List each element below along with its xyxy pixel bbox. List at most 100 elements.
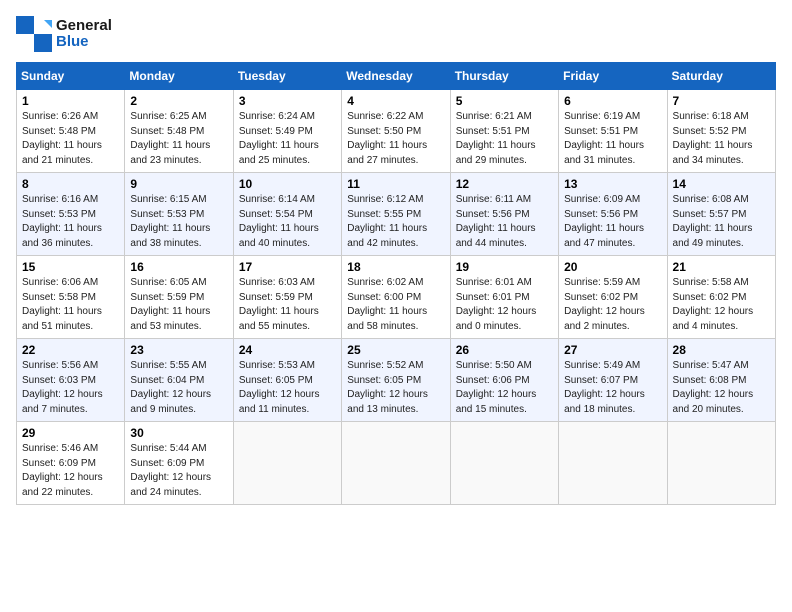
day-number: 24 (239, 343, 336, 357)
day-number: 6 (564, 94, 661, 108)
calendar-cell: 11 Sunrise: 6:12 AMSunset: 5:55 PMDaylig… (342, 173, 450, 256)
day-info: Sunrise: 5:47 AMSunset: 6:08 PMDaylight:… (673, 359, 770, 417)
day-number: 21 (673, 260, 770, 274)
day-info: Sunrise: 5:56 AMSunset: 6:03 PMDaylight:… (22, 359, 119, 417)
calendar-cell: 8 Sunrise: 6:16 AMSunset: 5:53 PMDayligh… (17, 173, 125, 256)
day-number: 20 (564, 260, 661, 274)
day-number: 30 (130, 426, 227, 440)
day-number: 11 (347, 177, 444, 191)
calendar-week-5: 29 Sunrise: 5:46 AMSunset: 6:09 PMDaylig… (17, 422, 776, 505)
calendar-cell: 15 Sunrise: 6:06 AMSunset: 5:58 PMDaylig… (17, 256, 125, 339)
day-info: Sunrise: 6:16 AMSunset: 5:53 PMDaylight:… (22, 193, 119, 251)
day-info: Sunrise: 6:21 AMSunset: 5:51 PMDaylight:… (456, 110, 553, 168)
calendar-cell (233, 422, 341, 505)
day-number: 13 (564, 177, 661, 191)
day-info: Sunrise: 6:25 AMSunset: 5:48 PMDaylight:… (130, 110, 227, 168)
day-number: 16 (130, 260, 227, 274)
day-number: 1 (22, 94, 119, 108)
day-number: 22 (22, 343, 119, 357)
calendar-cell: 9 Sunrise: 6:15 AMSunset: 5:53 PMDayligh… (125, 173, 233, 256)
day-number: 25 (347, 343, 444, 357)
calendar-cell: 12 Sunrise: 6:11 AMSunset: 5:56 PMDaylig… (450, 173, 558, 256)
calendar-cell (342, 422, 450, 505)
day-number: 15 (22, 260, 119, 274)
weekday-header-thursday: Thursday (450, 63, 558, 90)
day-number: 17 (239, 260, 336, 274)
day-info: Sunrise: 5:55 AMSunset: 6:04 PMDaylight:… (130, 359, 227, 417)
calendar-cell: 20 Sunrise: 5:59 AMSunset: 6:02 PMDaylig… (559, 256, 667, 339)
day-info: Sunrise: 5:46 AMSunset: 6:09 PMDaylight:… (22, 442, 119, 500)
day-info: Sunrise: 5:44 AMSunset: 6:09 PMDaylight:… (130, 442, 227, 500)
calendar-cell: 10 Sunrise: 6:14 AMSunset: 5:54 PMDaylig… (233, 173, 341, 256)
day-info: Sunrise: 6:01 AMSunset: 6:01 PMDaylight:… (456, 276, 553, 334)
calendar-cell: 3 Sunrise: 6:24 AMSunset: 5:49 PMDayligh… (233, 90, 341, 173)
weekday-header-saturday: Saturday (667, 63, 775, 90)
calendar-cell: 2 Sunrise: 6:25 AMSunset: 5:48 PMDayligh… (125, 90, 233, 173)
day-info: Sunrise: 5:58 AMSunset: 6:02 PMDaylight:… (673, 276, 770, 334)
calendar-cell: 18 Sunrise: 6:02 AMSunset: 6:00 PMDaylig… (342, 256, 450, 339)
day-number: 12 (456, 177, 553, 191)
day-info: Sunrise: 6:06 AMSunset: 5:58 PMDaylight:… (22, 276, 119, 334)
calendar-cell (559, 422, 667, 505)
weekday-header-sunday: Sunday (17, 63, 125, 90)
day-number: 23 (130, 343, 227, 357)
calendar-cell: 25 Sunrise: 5:52 AMSunset: 6:05 PMDaylig… (342, 339, 450, 422)
day-info: Sunrise: 6:03 AMSunset: 5:59 PMDaylight:… (239, 276, 336, 334)
day-info: Sunrise: 6:14 AMSunset: 5:54 PMDaylight:… (239, 193, 336, 251)
day-info: Sunrise: 5:52 AMSunset: 6:05 PMDaylight:… (347, 359, 444, 417)
weekday-header-wednesday: Wednesday (342, 63, 450, 90)
day-number: 29 (22, 426, 119, 440)
day-info: Sunrise: 6:05 AMSunset: 5:59 PMDaylight:… (130, 276, 227, 334)
day-number: 18 (347, 260, 444, 274)
day-number: 9 (130, 177, 227, 191)
weekday-header-monday: Monday (125, 63, 233, 90)
day-info: Sunrise: 6:18 AMSunset: 5:52 PMDaylight:… (673, 110, 770, 168)
day-number: 10 (239, 177, 336, 191)
day-info: Sunrise: 6:11 AMSunset: 5:56 PMDaylight:… (456, 193, 553, 251)
day-info: Sunrise: 6:12 AMSunset: 5:55 PMDaylight:… (347, 193, 444, 251)
day-info: Sunrise: 6:09 AMSunset: 5:56 PMDaylight:… (564, 193, 661, 251)
calendar-cell: 27 Sunrise: 5:49 AMSunset: 6:07 PMDaylig… (559, 339, 667, 422)
calendar-cell: 23 Sunrise: 5:55 AMSunset: 6:04 PMDaylig… (125, 339, 233, 422)
calendar-cell: 19 Sunrise: 6:01 AMSunset: 6:01 PMDaylig… (450, 256, 558, 339)
calendar-week-1: 1 Sunrise: 6:26 AMSunset: 5:48 PMDayligh… (17, 90, 776, 173)
day-info: Sunrise: 6:02 AMSunset: 6:00 PMDaylight:… (347, 276, 444, 334)
calendar-cell: 21 Sunrise: 5:58 AMSunset: 6:02 PMDaylig… (667, 256, 775, 339)
day-info: Sunrise: 5:50 AMSunset: 6:06 PMDaylight:… (456, 359, 553, 417)
calendar-cell: 29 Sunrise: 5:46 AMSunset: 6:09 PMDaylig… (17, 422, 125, 505)
day-number: 14 (673, 177, 770, 191)
calendar-cell: 14 Sunrise: 6:08 AMSunset: 5:57 PMDaylig… (667, 173, 775, 256)
day-info: Sunrise: 6:15 AMSunset: 5:53 PMDaylight:… (130, 193, 227, 251)
calendar-week-2: 8 Sunrise: 6:16 AMSunset: 5:53 PMDayligh… (17, 173, 776, 256)
day-number: 8 (22, 177, 119, 191)
calendar-table: SundayMondayTuesdayWednesdayThursdayFrid… (16, 62, 776, 505)
weekday-header-tuesday: Tuesday (233, 63, 341, 90)
logo-line1: General (56, 18, 112, 35)
day-number: 19 (456, 260, 553, 274)
calendar-cell: 28 Sunrise: 5:47 AMSunset: 6:08 PMDaylig… (667, 339, 775, 422)
day-number: 26 (456, 343, 553, 357)
day-info: Sunrise: 6:08 AMSunset: 5:57 PMDaylight:… (673, 193, 770, 251)
calendar-header-row: SundayMondayTuesdayWednesdayThursdayFrid… (17, 63, 776, 90)
calendar-week-3: 15 Sunrise: 6:06 AMSunset: 5:58 PMDaylig… (17, 256, 776, 339)
calendar-cell: 7 Sunrise: 6:18 AMSunset: 5:52 PMDayligh… (667, 90, 775, 173)
day-number: 28 (673, 343, 770, 357)
calendar-cell (450, 422, 558, 505)
calendar-cell (667, 422, 775, 505)
calendar-cell: 24 Sunrise: 5:53 AMSunset: 6:05 PMDaylig… (233, 339, 341, 422)
day-info: Sunrise: 6:26 AMSunset: 5:48 PMDaylight:… (22, 110, 119, 168)
calendar-body: 1 Sunrise: 6:26 AMSunset: 5:48 PMDayligh… (17, 90, 776, 505)
calendar-cell: 5 Sunrise: 6:21 AMSunset: 5:51 PMDayligh… (450, 90, 558, 173)
day-number: 5 (456, 94, 553, 108)
day-number: 3 (239, 94, 336, 108)
day-info: Sunrise: 6:22 AMSunset: 5:50 PMDaylight:… (347, 110, 444, 168)
day-number: 7 (673, 94, 770, 108)
calendar-cell: 4 Sunrise: 6:22 AMSunset: 5:50 PMDayligh… (342, 90, 450, 173)
day-number: 27 (564, 343, 661, 357)
day-info: Sunrise: 5:59 AMSunset: 6:02 PMDaylight:… (564, 276, 661, 334)
day-number: 4 (347, 94, 444, 108)
logo-icon (16, 16, 52, 52)
logo: General Blue (16, 16, 112, 52)
calendar-cell: 13 Sunrise: 6:09 AMSunset: 5:56 PMDaylig… (559, 173, 667, 256)
page-header: General Blue (16, 16, 776, 52)
